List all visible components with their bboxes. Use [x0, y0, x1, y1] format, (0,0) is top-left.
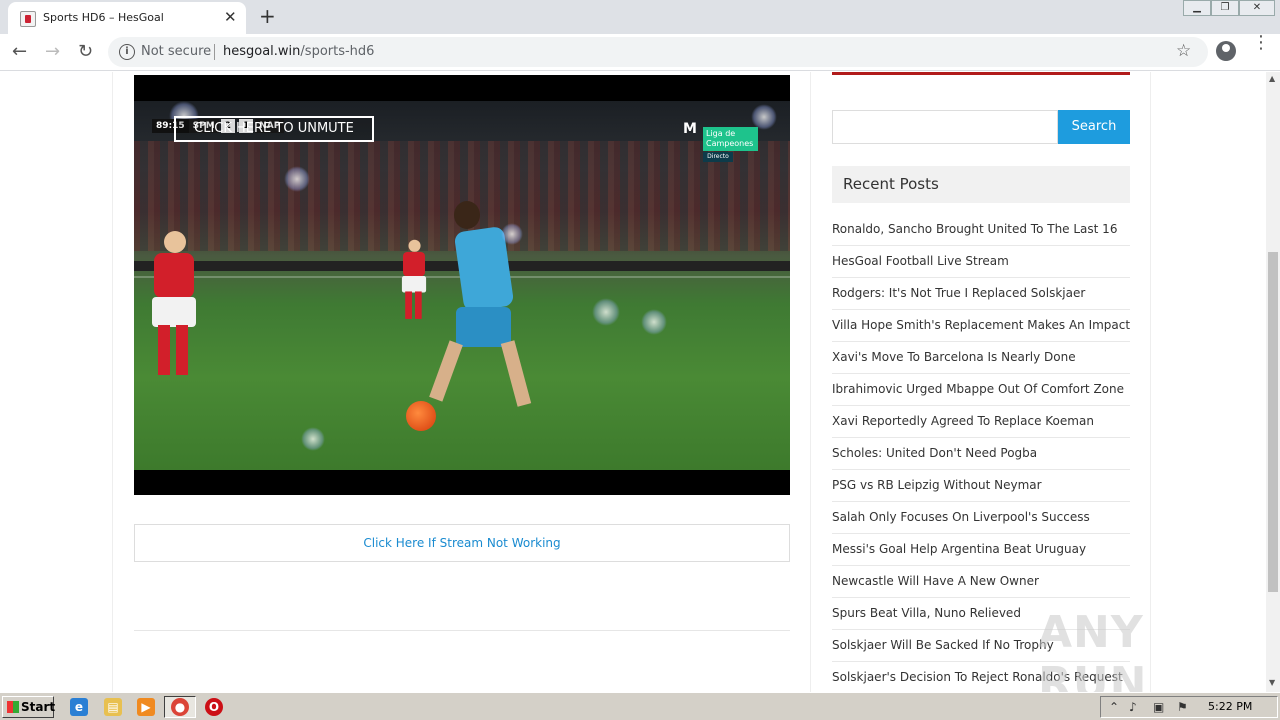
search-button[interactable]: Search — [1058, 110, 1130, 144]
page-scrollbar[interactable]: ▲ ▼ — [1266, 72, 1280, 692]
scroll-up-icon[interactable]: ▲ — [1269, 74, 1275, 83]
recent-post-link[interactable]: Salah Only Focuses On Liverpool's Succes… — [832, 502, 1130, 534]
football — [406, 401, 436, 431]
windows-logo-icon — [7, 701, 19, 713]
broadcaster-logo: M — [683, 121, 697, 137]
browser-tab-bar: Sports HD6 – HesGoal ✕ + ▁ ❐ ✕ — [0, 0, 1280, 34]
content-border-left — [112, 72, 113, 692]
red-footballer — [144, 231, 204, 381]
scroll-thumb[interactable] — [1268, 252, 1278, 592]
url-text[interactable]: hesgoal.win/sports-hd6 — [223, 44, 374, 59]
restore-window-icon[interactable]: ❐ — [1211, 0, 1239, 16]
network-icon[interactable]: ▣ — [1153, 700, 1164, 714]
sidebar-divider — [810, 72, 811, 692]
raindrop — [641, 309, 667, 335]
chrome-icon: ● — [171, 698, 189, 716]
recent-post-link[interactable]: Ronaldo, Sancho Brought United To The La… — [832, 214, 1130, 246]
raindrop — [301, 427, 325, 451]
browser-tab[interactable]: Sports HD6 – HesGoal ✕ — [8, 2, 246, 34]
recent-post-link[interactable]: Xavi's Move To Barcelona Is Nearly Done — [832, 342, 1130, 374]
video-frame[interactable]: 89:15 SPM 2 1 NAP CLICK HERE TO UNMUTE M… — [134, 101, 790, 470]
internet-explorer-icon[interactable]: e — [70, 698, 88, 716]
raindrop — [592, 298, 620, 326]
opera-icon[interactable]: O — [205, 698, 223, 716]
url-separator — [214, 44, 215, 60]
video-player[interactable]: 89:15 SPM 2 1 NAP CLICK HERE TO UNMUTE M… — [134, 75, 790, 495]
tab-title: Sports HD6 – HesGoal — [43, 11, 164, 24]
recent-post-link[interactable]: Villa Hope Smith's Replacement Makes An … — [832, 310, 1130, 342]
red-footballer-background — [398, 239, 431, 323]
back-icon[interactable]: ← — [12, 41, 27, 62]
live-badge: Directo — [703, 152, 733, 162]
content-border-right — [1150, 72, 1151, 692]
recent-post-link[interactable]: HesGoal Football Live Stream — [832, 246, 1130, 278]
recent-post-link[interactable]: PSG vs RB Leipzig Without Neymar — [832, 470, 1130, 502]
search-input[interactable] — [832, 110, 1058, 144]
action-center-flag-icon[interactable]: ⚑ — [1177, 700, 1188, 714]
close-tab-icon[interactable]: ✕ — [224, 8, 237, 26]
tray-expand-icon[interactable]: ⌃ — [1109, 700, 1119, 714]
unmute-button[interactable]: CLICK HERE TO UNMUTE — [174, 116, 374, 142]
file-explorer-icon[interactable]: ▤ — [104, 698, 122, 716]
url-path: /sports-hd6 — [300, 44, 375, 59]
url-domain: hesgoal.win — [223, 44, 301, 59]
browser-toolbar: ← → ↻ i Not secure hesgoal.win/sports-hd… — [0, 34, 1280, 71]
web-page: 89:15 SPM 2 1 NAP CLICK HERE TO UNMUTE M… — [0, 72, 1266, 692]
chrome-taskbar-button[interactable]: ● — [164, 696, 196, 718]
volume-icon[interactable]: ♪ — [1129, 700, 1137, 714]
site-favicon-icon — [20, 11, 36, 27]
recent-post-link[interactable]: Rodgers: It's Not True I Replaced Solskj… — [832, 278, 1130, 310]
taskbar: Start e ▤ ▶ ● O ⌃ ♪ ▣ ⚑ 5:22 PM — [0, 692, 1280, 720]
recent-post-link[interactable]: Messi's Goal Help Argentina Beat Uruguay — [832, 534, 1130, 566]
clock[interactable]: 5:22 PM — [1208, 700, 1252, 713]
raindrop — [501, 223, 523, 245]
new-tab-icon[interactable]: + — [259, 4, 276, 28]
profile-icon[interactable] — [1216, 41, 1236, 61]
forward-icon[interactable]: → — [45, 41, 60, 62]
stream-not-working-link[interactable]: Click Here If Stream Not Working — [134, 524, 790, 562]
recent-post-link[interactable]: Scholes: United Don't Need Pogba — [832, 438, 1130, 470]
recent-post-link[interactable]: Xavi Reportedly Agreed To Replace Koeman — [832, 406, 1130, 438]
recent-post-link[interactable]: Ibrahimovic Urged Mbappe Out Of Comfort … — [832, 374, 1130, 406]
content-divider — [134, 630, 790, 631]
raindrop — [284, 166, 310, 192]
minimize-window-icon[interactable]: ▁ — [1183, 0, 1211, 16]
sidebar-banner-strip — [832, 72, 1130, 75]
media-player-icon[interactable]: ▶ — [137, 698, 155, 716]
recent-posts-heading: Recent Posts — [832, 166, 1130, 203]
browser-menu-icon[interactable]: ⋮ — [1252, 34, 1270, 52]
start-button[interactable]: Start — [2, 696, 56, 718]
reload-icon[interactable]: ↻ — [78, 41, 93, 62]
info-icon[interactable]: i — [119, 44, 135, 60]
bookmark-star-icon[interactable]: ☆ — [1176, 41, 1191, 61]
scroll-down-icon[interactable]: ▼ — [1269, 678, 1275, 687]
security-label: Not secure — [141, 44, 212, 59]
recent-post-link[interactable]: Newcastle Will Have A New Owner — [832, 566, 1130, 598]
close-window-icon[interactable]: ✕ — [1239, 0, 1275, 16]
league-badge: Liga de Campeones — [703, 127, 758, 151]
anyrun-watermark: ANY RUN — [1038, 607, 1148, 692]
blue-footballer — [429, 201, 544, 421]
start-label: Start — [21, 700, 56, 714]
address-bar[interactable]: i Not secure hesgoal.win/sports-hd6 ☆ — [108, 37, 1208, 67]
